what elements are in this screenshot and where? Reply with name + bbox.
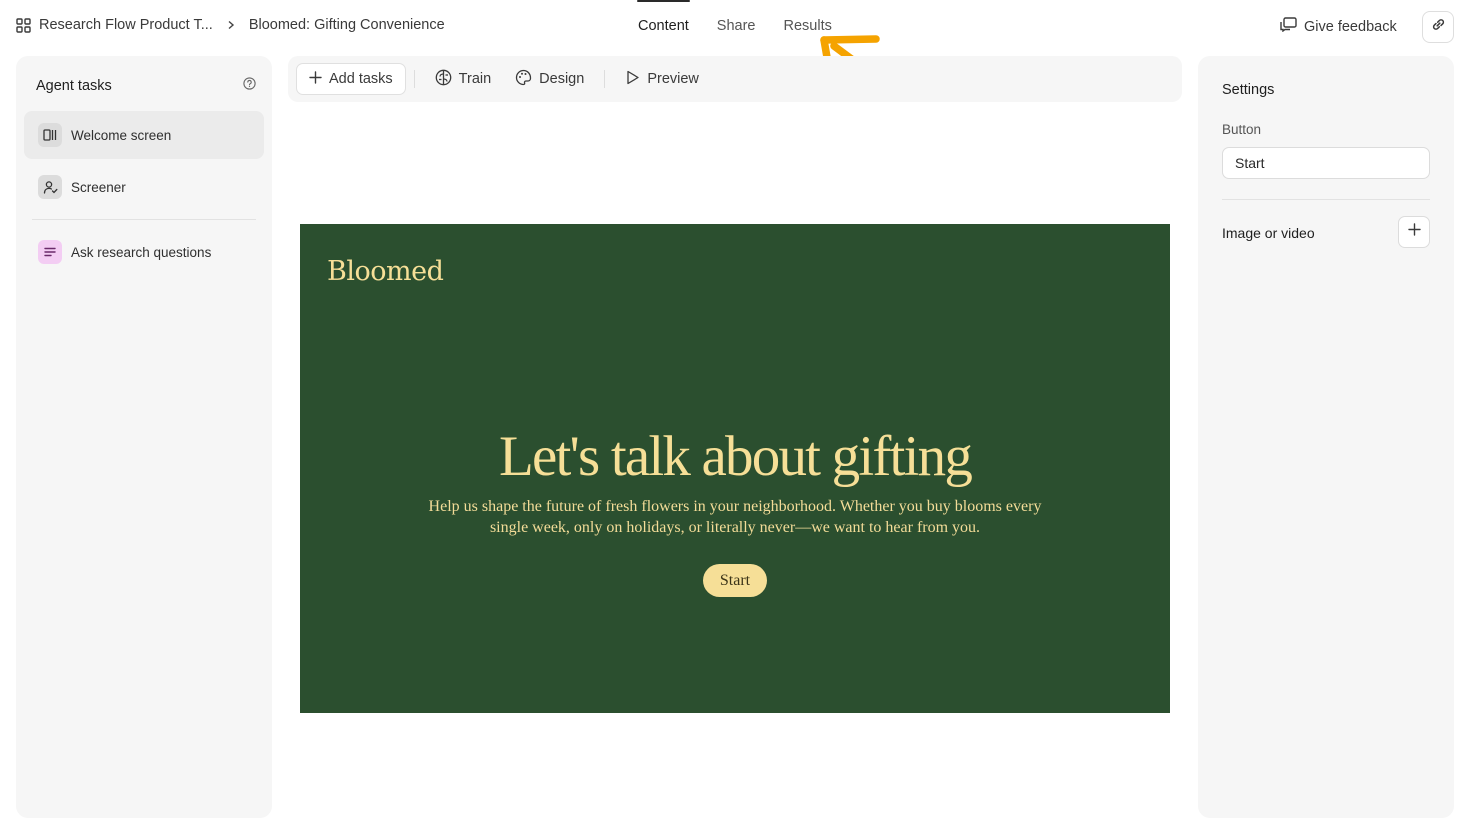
- agent-tasks-sidebar: Agent tasks Welcome screen Screener Ask …: [16, 56, 272, 818]
- welcome-screen-preview: Bloomed Let's talk about gifting Help us…: [300, 224, 1170, 713]
- lines-icon: [38, 240, 62, 264]
- brand-logo: Bloomed: [327, 256, 444, 287]
- give-feedback-label: Give feedback: [1304, 18, 1397, 35]
- button-field-label: Button: [1222, 122, 1262, 137]
- sidebar-item-screener[interactable]: Screener: [24, 163, 264, 211]
- layout-icon: [38, 123, 62, 147]
- image-or-video-label: Image or video: [1222, 225, 1315, 241]
- help-circle-icon[interactable]: [243, 77, 256, 95]
- sidebar-item-ask-research-questions[interactable]: Ask research questions: [24, 228, 264, 276]
- train-button[interactable]: Train: [423, 63, 504, 95]
- sidebar-item-label: Screener: [71, 179, 126, 195]
- message-icon: [1280, 17, 1297, 36]
- settings-divider: [1222, 199, 1430, 200]
- editor-toolbar: Add tasks Train Design Preview: [288, 56, 1182, 102]
- chevron-right-icon: [227, 20, 235, 30]
- copy-link-button[interactable]: [1422, 11, 1454, 43]
- tab-share[interactable]: Share: [703, 0, 770, 40]
- plus-icon: [1407, 223, 1421, 241]
- welcome-subtitle: Help us shape the future of fresh flower…: [425, 496, 1045, 538]
- welcome-subtitle-line: Help us shape the future of fresh flower…: [428, 498, 1042, 515]
- settings-panel: Settings Button Image or video: [1198, 56, 1454, 818]
- breadcrumb-study[interactable]: Bloomed: Gifting Convenience: [249, 17, 445, 33]
- start-button[interactable]: Start: [703, 564, 767, 597]
- play-icon: [625, 70, 640, 89]
- link-icon: [1431, 17, 1446, 37]
- welcome-subtitle-line: single week, only on holidays, or litera…: [489, 519, 981, 536]
- palette-icon: [515, 69, 532, 90]
- sidebar-item-label: Welcome screen: [71, 127, 172, 143]
- give-feedback-button[interactable]: Give feedback: [1280, 17, 1397, 36]
- sidebar-divider: [32, 219, 256, 220]
- grid-icon[interactable]: [16, 17, 31, 33]
- user-check-icon: [38, 175, 62, 199]
- add-tasks-label: Add tasks: [329, 71, 393, 87]
- button-text-input[interactable]: [1222, 147, 1430, 179]
- design-label: Design: [539, 71, 585, 87]
- settings-title: Settings: [1222, 82, 1275, 98]
- sidebar-title: Agent tasks: [36, 78, 112, 94]
- breadcrumb-project[interactable]: Research Flow Product T...: [39, 17, 213, 33]
- toolbar-divider: [604, 70, 606, 88]
- sidebar-item-welcome-screen[interactable]: Welcome screen: [24, 111, 264, 159]
- preview-button[interactable]: Preview: [613, 63, 711, 95]
- welcome-title: Let's talk about gifting: [498, 425, 973, 488]
- breadcrumb: Research Flow Product T... Bloomed: Gift…: [16, 17, 445, 33]
- add-tasks-button[interactable]: Add tasks: [296, 63, 406, 95]
- design-button[interactable]: Design: [503, 63, 596, 95]
- tab-content[interactable]: Content: [624, 0, 703, 40]
- plus-icon: [309, 70, 322, 88]
- view-tabs: Content Share Results: [624, 0, 846, 40]
- add-media-button[interactable]: [1398, 216, 1430, 248]
- sidebar-header: Agent tasks: [36, 77, 256, 95]
- sidebar-item-label: Ask research questions: [71, 244, 212, 260]
- preview-label: Preview: [647, 71, 699, 87]
- top-bar: Research Flow Product T... Bloomed: Gift…: [0, 0, 1470, 54]
- train-label: Train: [458, 71, 492, 87]
- brain-icon: [435, 69, 452, 90]
- toolbar-divider: [413, 70, 415, 88]
